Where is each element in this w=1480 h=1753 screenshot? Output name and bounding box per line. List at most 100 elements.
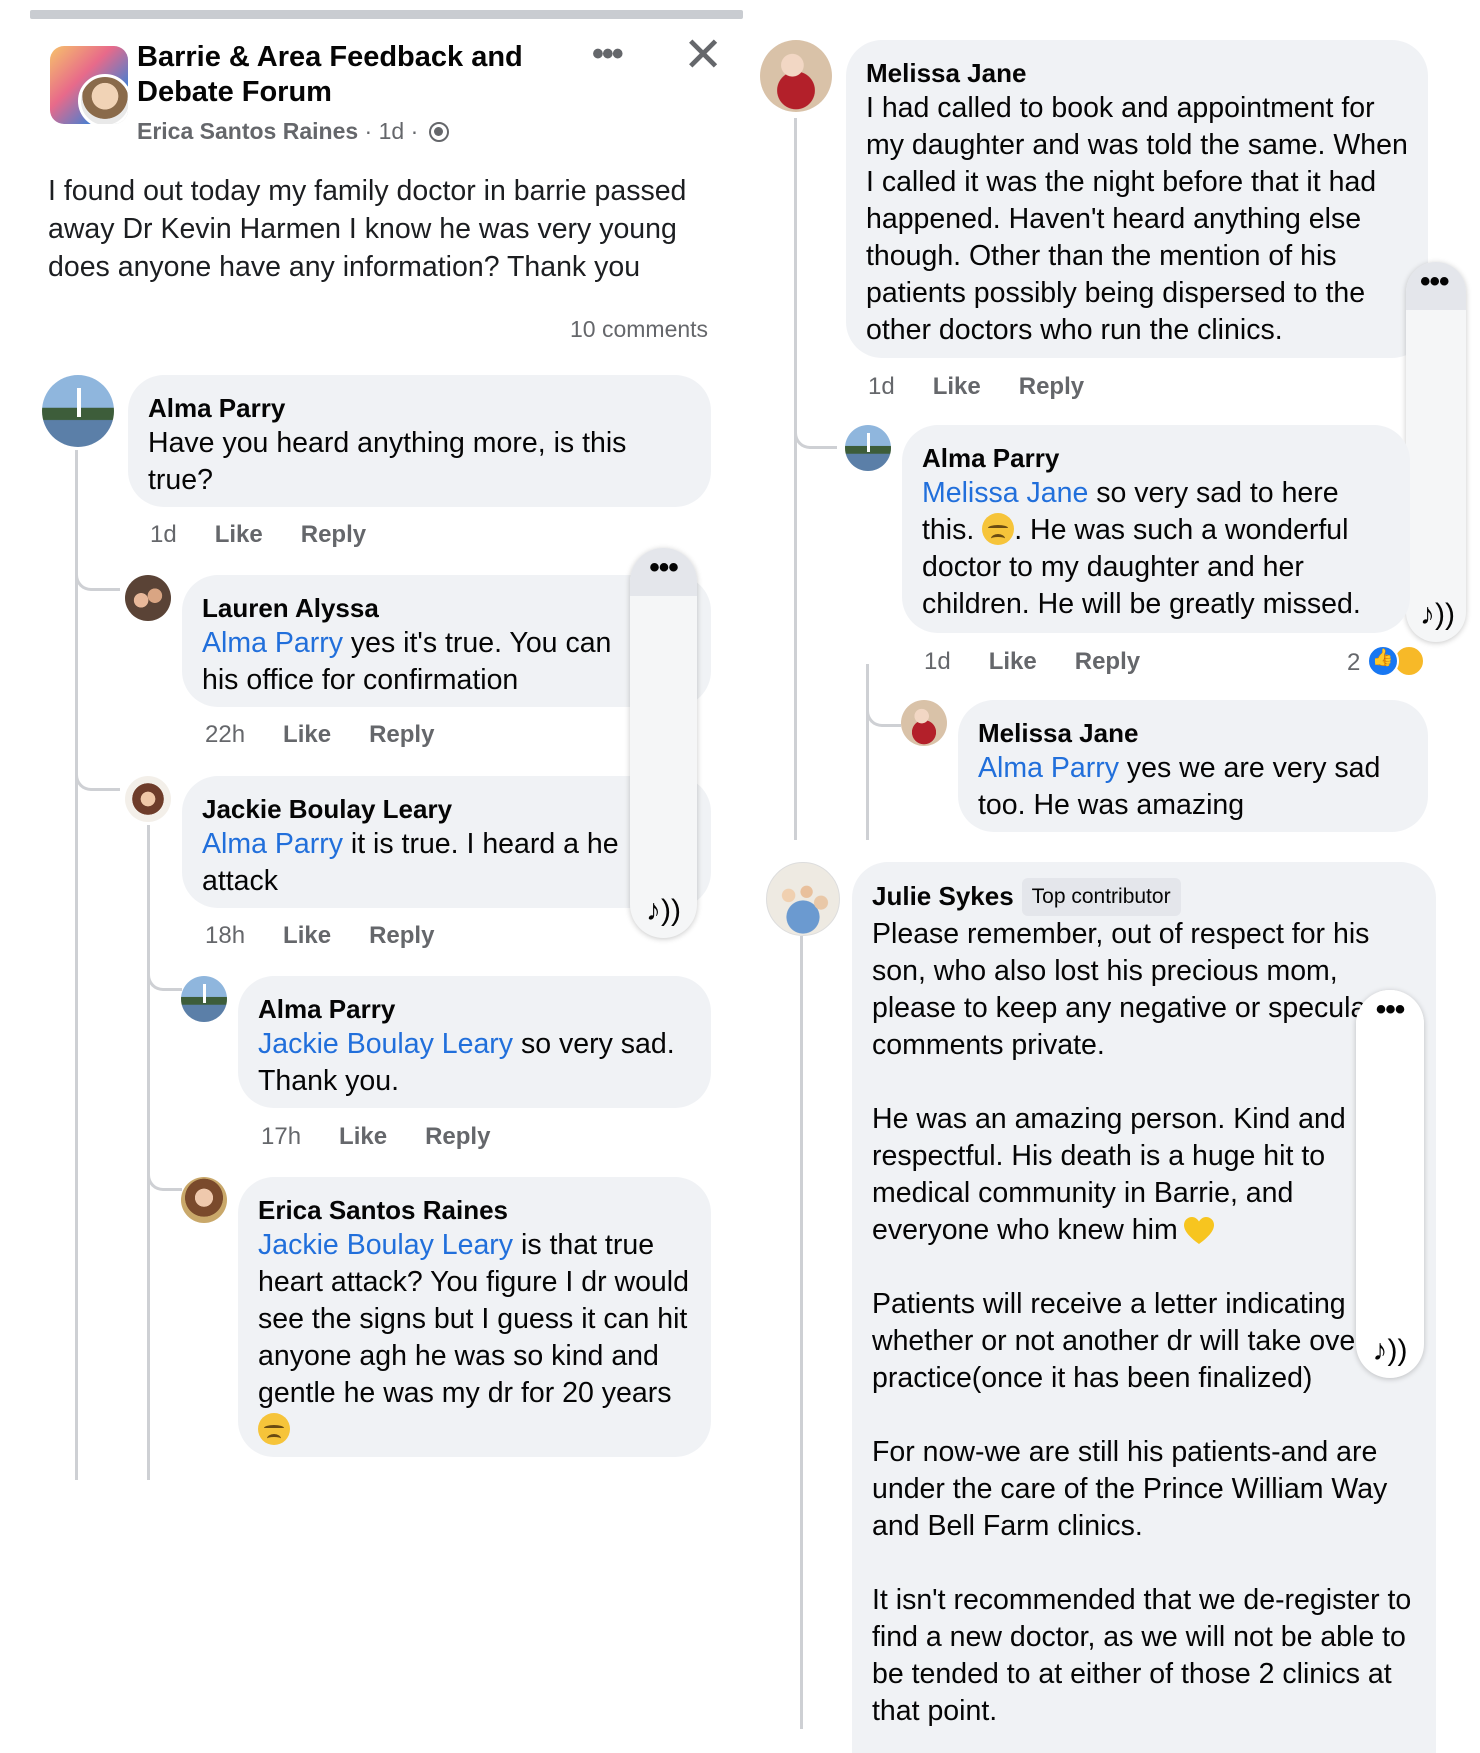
post-text: I found out today my family doctor in ba… (48, 175, 687, 283)
comment-text: Alma Parry it is true. I heard a he atta… (202, 828, 619, 897)
post-author[interactable]: Erica Santos Raines (137, 118, 358, 144)
comment-time[interactable]: 22h (205, 721, 245, 748)
comment-author[interactable]: Melissa Jane (866, 56, 1408, 90)
mention-link[interactable]: Melissa Jane (922, 477, 1088, 509)
thread-line (147, 825, 150, 1480)
thread-line (800, 936, 803, 1729)
reaction-count: 2 (1347, 649, 1361, 676)
like-button[interactable]: Like (283, 721, 331, 748)
post-time[interactable]: 1d (379, 118, 405, 144)
comment-time[interactable]: 1d (924, 648, 951, 675)
comment-time[interactable]: 18h (205, 922, 245, 949)
mention-link[interactable]: Alma Parry (202, 627, 343, 659)
reply-button[interactable]: Reply (425, 1123, 490, 1150)
avatar[interactable] (181, 976, 227, 1022)
thread-line (794, 118, 797, 840)
group-avatar[interactable] (50, 46, 128, 124)
comment-text: I had called to book and appointment for… (866, 92, 1408, 346)
pensive-emoji-icon (982, 513, 1015, 545)
thread-line (75, 450, 78, 1480)
avatar[interactable] (760, 40, 832, 112)
comment-author[interactable]: Jackie Boulay Leary (202, 792, 691, 826)
comment-author[interactable]: Erica Santos Raines (258, 1193, 691, 1227)
comment-author[interactable]: Alma Parry (922, 441, 1390, 475)
avatar[interactable] (125, 776, 171, 822)
thread-connector (794, 418, 837, 449)
reply-button[interactable]: Reply (369, 721, 434, 748)
reply-button[interactable]: Reply (1075, 648, 1140, 675)
like-button[interactable]: Like (283, 922, 331, 949)
globe-icon (428, 122, 449, 142)
comment-paragraph: Patients will receive a letter indicatin… (872, 1288, 1410, 1394)
mention-link[interactable]: Jackie Boulay Leary (258, 1229, 513, 1261)
reply-button[interactable]: Reply (301, 521, 366, 548)
comment-bubble: Melissa Jane Alma Parry yes we are very … (958, 700, 1428, 832)
mention-link[interactable]: Alma Parry (978, 752, 1119, 784)
thread-connector (147, 1160, 182, 1191)
author-name[interactable]: Julie Sykes (872, 881, 1014, 911)
avatar[interactable] (845, 425, 891, 471)
comment-paragraph: For now-we are still his patients-and ar… (872, 1436, 1388, 1542)
like-button[interactable]: Like (215, 521, 263, 548)
comment-time[interactable]: 1d (150, 521, 177, 548)
comment-bubble: Melissa Jane I had called to book and ap… (846, 40, 1428, 358)
more-options-icon[interactable]: ••• (1406, 262, 1466, 310)
audio-icon[interactable]: ♪)) (1356, 1334, 1424, 1368)
comment-text: Alma Parry yes it's true. You can his of… (202, 627, 612, 696)
comment-text: Jackie Boulay Leary so very sad. Thank y… (258, 1028, 675, 1097)
comment-author[interactable]: Lauren Alyssa (202, 591, 691, 625)
comment-text: Jackie Boulay Leary is that true heart a… (258, 1227, 691, 1449)
reply-button[interactable]: Reply (1019, 373, 1084, 400)
comment-paragraph: Please remember, out of respect for his … (872, 918, 1411, 1061)
comment-author[interactable]: Alma Parry (148, 391, 691, 425)
thread-connector (75, 760, 120, 791)
comment-time[interactable]: 1d (868, 373, 895, 400)
comment-text: Alma Parry yes we are very sad too. He w… (978, 752, 1381, 821)
author-avatar[interactable] (78, 74, 128, 124)
avatar[interactable] (42, 375, 114, 447)
floating-menu[interactable]: ••• ♪)) (1356, 990, 1424, 1378)
comment-author: Julie Sykes Top contributor (872, 878, 1416, 916)
reaction-summary[interactable]: 2 (1347, 645, 1426, 677)
pensive-emoji-icon (258, 1413, 290, 1445)
avatar[interactable] (181, 1177, 227, 1223)
like-button[interactable]: Like (989, 648, 1037, 675)
top-contributor-badge: Top contributor (1021, 878, 1181, 916)
comment-author[interactable]: Alma Parry (258, 992, 691, 1026)
post-meta: Erica Santos Raines · 1d · (137, 118, 449, 145)
comment-count[interactable]: 10 comments (570, 316, 708, 343)
thread-line (866, 664, 869, 840)
comment-bubble: Alma Parry Have you heard anything more,… (128, 375, 711, 507)
thread-connector (866, 696, 901, 727)
meta-separator: · (410, 118, 419, 144)
floating-menu[interactable]: ••• ♪)) (630, 548, 697, 938)
thread-connector (75, 560, 120, 591)
like-button[interactable]: Like (339, 1123, 387, 1150)
comment-time[interactable]: 17h (261, 1123, 301, 1150)
thread-connector (147, 960, 182, 991)
more-options-icon[interactable]: ••• (630, 548, 697, 596)
floating-menu[interactable]: ••• ♪)) (1406, 262, 1466, 642)
mention-link[interactable]: Jackie Boulay Leary (258, 1028, 513, 1060)
comment-actions: 1d Like Reply (924, 648, 1178, 676)
top-divider (30, 10, 743, 19)
more-options-icon[interactable]: ••• (592, 37, 624, 71)
comment-author[interactable]: Melissa Jane (978, 716, 1408, 750)
comment-bubble: Alma Parry Jackie Boulay Leary so very s… (238, 976, 711, 1108)
reply-button[interactable]: Reply (369, 922, 434, 949)
group-name[interactable]: Barrie & Area Feedback and Debate Forum (137, 40, 577, 110)
comment-actions: 1d Like Reply (150, 521, 404, 549)
comment-actions: 22h Like Reply (205, 721, 472, 749)
like-reaction-icon (1367, 645, 1400, 677)
like-button[interactable]: Like (933, 373, 981, 400)
avatar[interactable] (125, 575, 171, 621)
close-icon[interactable]: ✕ (683, 32, 723, 80)
comment-bubble: Julie Sykes Top contributor Please rememb… (852, 862, 1436, 1753)
audio-icon[interactable]: ♪)) (1406, 598, 1466, 632)
mention-link[interactable]: Alma Parry (202, 828, 343, 860)
audio-icon[interactable]: ♪)) (630, 894, 697, 928)
comment-actions: 1d Like Reply (868, 373, 1122, 401)
avatar[interactable] (766, 862, 840, 936)
avatar[interactable] (901, 700, 947, 746)
comment-text: Melissa Jane so very sad to here this. .… (922, 477, 1361, 620)
